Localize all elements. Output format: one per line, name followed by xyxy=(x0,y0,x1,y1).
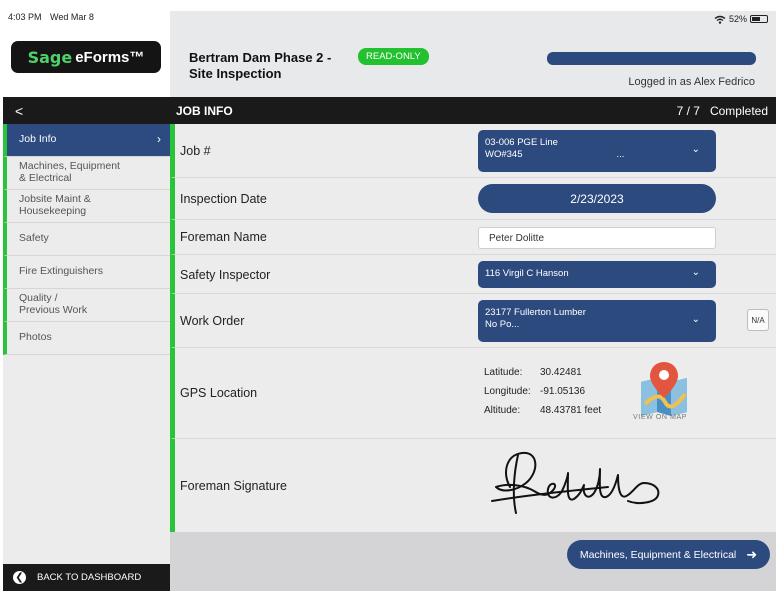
job-number-row: Job # 03-006 PGE Line WO#345 ... ⌄ xyxy=(170,124,776,178)
na-button[interactable]: N/A xyxy=(747,309,769,331)
altitude-value: 48.43781 feet xyxy=(540,405,602,416)
next-section-button[interactable]: Machines, Equipment & Electrical ➜ xyxy=(567,540,770,569)
gps-location-label: GPS Location xyxy=(180,386,258,400)
work-order-select[interactable]: 23177 Fullerton Lumber No Po... ⌄ xyxy=(478,300,716,342)
sidebar-item-label-line2: Previous Work xyxy=(19,304,88,316)
section-count: 7 / 7 xyxy=(676,103,700,118)
wifi-icon xyxy=(714,15,726,24)
chevron-down-icon: ⌄ xyxy=(691,144,700,155)
document-header: 52% Bertram Dam Phase 2 - Site Inspectio… xyxy=(170,11,776,97)
sidebar-item-label: Photos xyxy=(19,331,52,344)
sidebar-item-quality[interactable]: Quality / Previous Work xyxy=(3,289,170,322)
battery-icon xyxy=(750,15,768,23)
work-order-label: Work Order xyxy=(180,314,245,328)
section-title: JOB INFO xyxy=(176,103,233,118)
foreman-signature-label: Foreman Signature xyxy=(180,479,288,493)
safety-inspector-label: Safety Inspector xyxy=(180,268,271,282)
work-order-line2: No Po... xyxy=(485,318,520,330)
status-bar-left: 4:03 PM Wed Mar 8 xyxy=(0,0,170,30)
work-order-row: Work Order 23177 Fullerton Lumber No Po.… xyxy=(170,294,776,348)
job-info-form: Job # 03-006 PGE Line WO#345 ... ⌄ Inspe… xyxy=(170,124,776,532)
latitude-label: Latitude: xyxy=(484,367,523,378)
back-chevron-icon[interactable]: < xyxy=(15,103,23,119)
sidebar-item-fire-extinguishers[interactable]: Fire Extinguishers xyxy=(3,256,170,289)
job-select-ellipsis: ... xyxy=(616,148,625,160)
logo-eforms-text: eForms™ xyxy=(75,48,145,66)
safety-inspector-row: Safety Inspector 116 Virgil C Hanson ⌄ xyxy=(170,255,776,294)
gps-location-row: GPS Location Latitude: 30.42481 Longitude… xyxy=(170,348,776,439)
foreman-name-input[interactable]: Peter Dolitte xyxy=(478,227,716,249)
progress-bar xyxy=(547,52,756,65)
back-to-dashboard-button[interactable]: ❮ BACK TO DASHBOARD xyxy=(3,564,170,591)
signature-image xyxy=(491,451,660,514)
inspection-date-row: Inspection Date 2/23/2023 xyxy=(170,178,776,220)
logged-in-user: Logged in as Alex Fedrico xyxy=(628,76,755,88)
page-title: Bertram Dam Phase 2 - Site Inspection xyxy=(189,50,331,83)
gps-readout: Latitude: 30.42481 Longitude: -91.05136 Al… xyxy=(484,363,601,420)
longitude-value: -91.05136 xyxy=(540,386,586,397)
altitude-label: Altitude: xyxy=(484,405,521,416)
status-date: Wed Mar 8 xyxy=(50,12,94,22)
longitude-label: Longitude: xyxy=(484,386,531,397)
read-only-badge: READ-ONLY xyxy=(358,48,429,65)
battery-percent: 52% xyxy=(728,14,747,24)
sidebar-item-label-line2: & Electrical xyxy=(19,172,72,184)
page-title-line2: Site Inspection xyxy=(189,66,282,82)
sidebar-item-safety[interactable]: Safety xyxy=(3,223,170,256)
section-status: Completed xyxy=(709,103,768,118)
foreman-name-row: Foreman Name Peter Dolitte xyxy=(170,220,776,255)
inspection-date-picker[interactable]: 2/23/2023 xyxy=(478,184,716,213)
sidebar: Job Info › Machines, Equipment & Electri… xyxy=(3,124,170,564)
chevron-down-icon: ⌄ xyxy=(691,267,700,278)
arrow-right-icon: ➜ xyxy=(746,546,758,562)
chevron-right-icon: › xyxy=(157,132,161,146)
inspection-date-label: Inspection Date xyxy=(180,192,267,206)
map-pin-icon[interactable] xyxy=(635,360,693,422)
section-progress: 7 / 7 Completed xyxy=(677,104,768,118)
arrow-left-circle-icon: ❮ xyxy=(13,571,26,584)
sidebar-item-label: Job Info xyxy=(19,133,57,146)
work-order-line1: 23177 Fullerton Lumber xyxy=(485,307,586,318)
safety-inspector-select[interactable]: 116 Virgil C Hanson ⌄ xyxy=(478,261,716,288)
sidebar-item-photos[interactable]: Photos xyxy=(3,322,170,355)
foreman-name-label: Foreman Name xyxy=(180,230,267,244)
safety-inspector-value: 116 Virgil C Hanson xyxy=(485,268,569,279)
next-section-label: Machines, Equipment & Electrical xyxy=(579,548,737,561)
sidebar-item-jobsite-maint[interactable]: Jobsite Maint & Housekeeping xyxy=(3,190,170,223)
sidebar-item-label: Safety xyxy=(19,232,49,245)
job-select-line2: WO#345 xyxy=(485,148,523,160)
form-footer: Machines, Equipment & Electrical ➜ xyxy=(170,532,776,591)
job-number-select[interactable]: 03-006 PGE Line WO#345 ... ⌄ xyxy=(478,130,716,172)
section-header: JOB INFO 7 / 7 Completed xyxy=(170,97,776,124)
sidebar-item-machines[interactable]: Machines, Equipment & Electrical xyxy=(3,157,170,190)
latitude-value: 30.42481 xyxy=(540,367,582,378)
page-title-line1: Bertram Dam Phase 2 - xyxy=(189,50,332,65)
status-bar-right: 52% xyxy=(714,14,768,24)
logo-sage-text: Sage xyxy=(27,47,73,67)
sage-eforms-logo: Sage eForms™ xyxy=(11,41,161,73)
sidebar-item-label-line2: Housekeeping xyxy=(19,205,87,217)
back-nav-bar: < xyxy=(3,97,170,124)
job-select-line1: 03-006 PGE Line xyxy=(485,137,558,148)
job-number-label: Job # xyxy=(180,144,211,158)
view-on-map-link[interactable]: VIEW ON MAP xyxy=(633,414,687,421)
sidebar-item-label: Fire Extinguishers xyxy=(19,265,104,278)
chevron-down-icon: ⌄ xyxy=(691,314,700,325)
sidebar-item-job-info[interactable]: Job Info › xyxy=(3,124,170,157)
foreman-signature-row: Foreman Signature xyxy=(170,439,776,532)
back-to-dashboard-label: BACK TO DASHBOARD xyxy=(37,572,142,583)
status-time: 4:03 PM xyxy=(8,12,42,22)
